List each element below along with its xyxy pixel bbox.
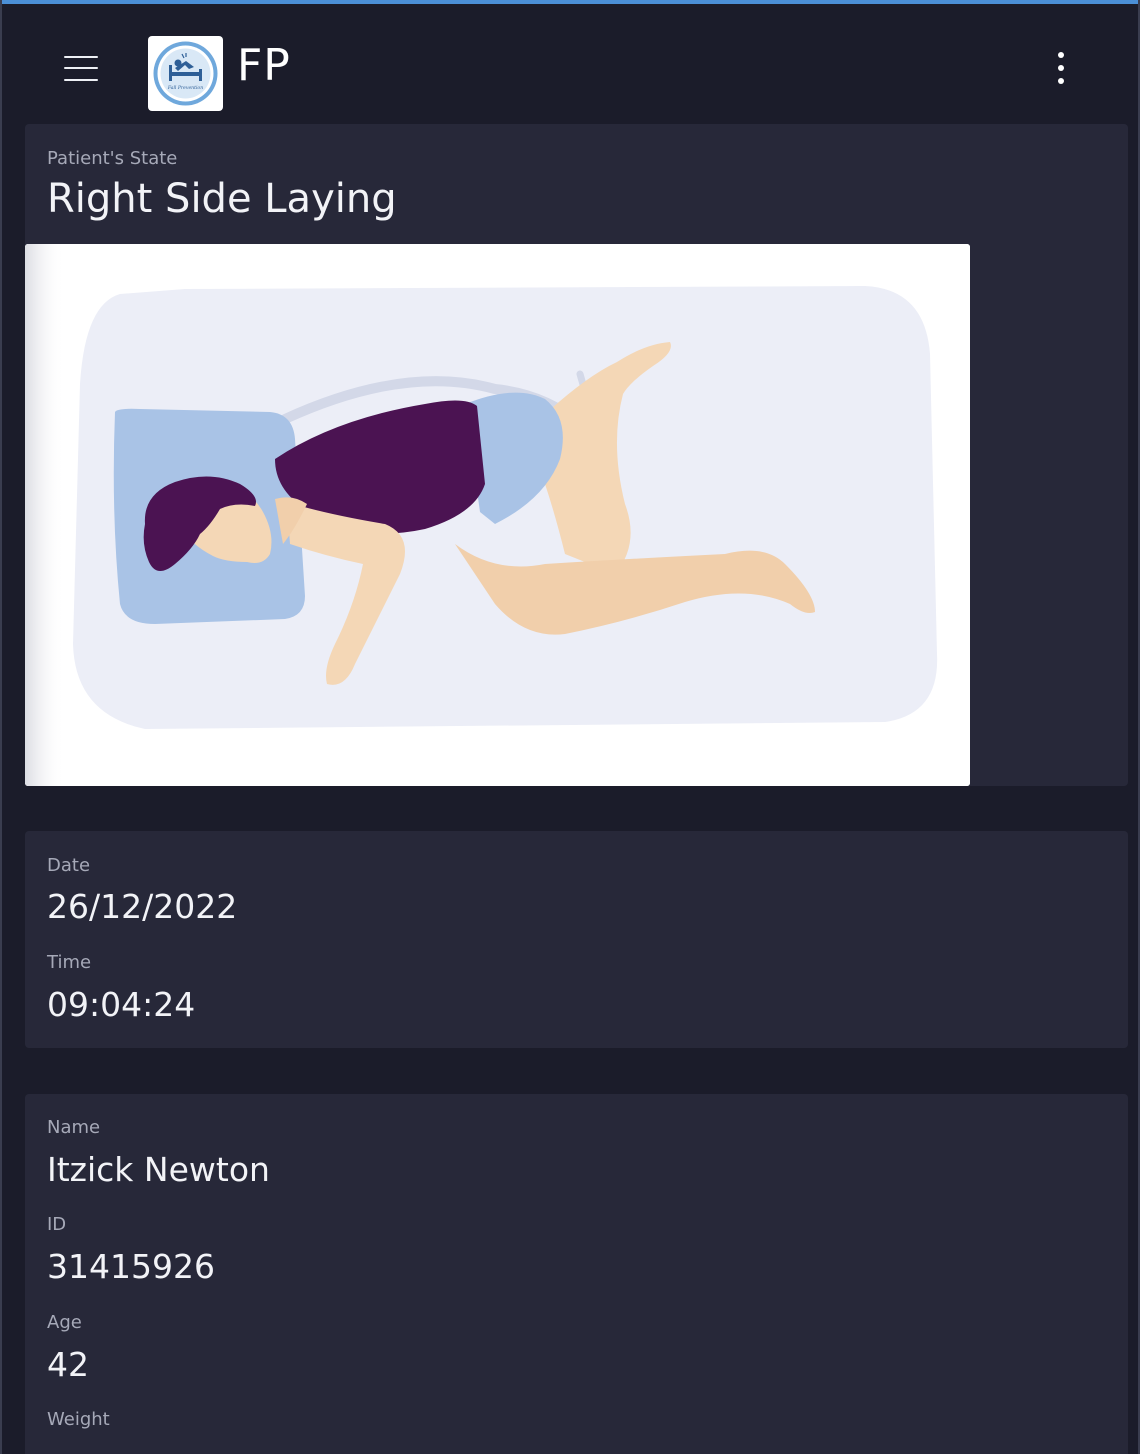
name-value: Itzick Newton [47,1150,270,1189]
patient-state-label: Patient's State [47,148,178,169]
right-side-laying-illustration [25,244,970,786]
time-label: Time [47,952,92,973]
time-value: 09:04:24 [47,985,196,1024]
hamburger-menu-icon[interactable] [64,54,98,82]
app-bar: Fall Prevention FP [2,4,1138,124]
patient-info-card: Name Itzick Newton ID 31415926 Age 42 We… [25,1094,1128,1454]
id-value: 31415926 [47,1247,215,1286]
patient-state-card: Patient's State Right Side Laying [25,124,1128,786]
name-label: Name [47,1117,101,1138]
id-label: ID [47,1214,67,1235]
age-label: Age [47,1312,82,1333]
weight-label: Weight [47,1409,110,1430]
app-title: FP [237,40,291,91]
age-value: 42 [47,1345,89,1384]
date-value: 26/12/2022 [47,887,238,926]
date-label: Date [47,855,91,876]
logo-text: Fall Prevention [167,85,203,91]
app-window: Fall Prevention FP Patient's State Right… [0,0,1140,1454]
fall-prevention-logo: Fall Prevention [148,36,223,111]
patient-state-value: Right Side Laying [47,176,397,222]
date-time-card: Date 26/12/2022 Time 09:04:24 [25,831,1128,1048]
more-vertical-icon[interactable] [1048,48,1074,88]
